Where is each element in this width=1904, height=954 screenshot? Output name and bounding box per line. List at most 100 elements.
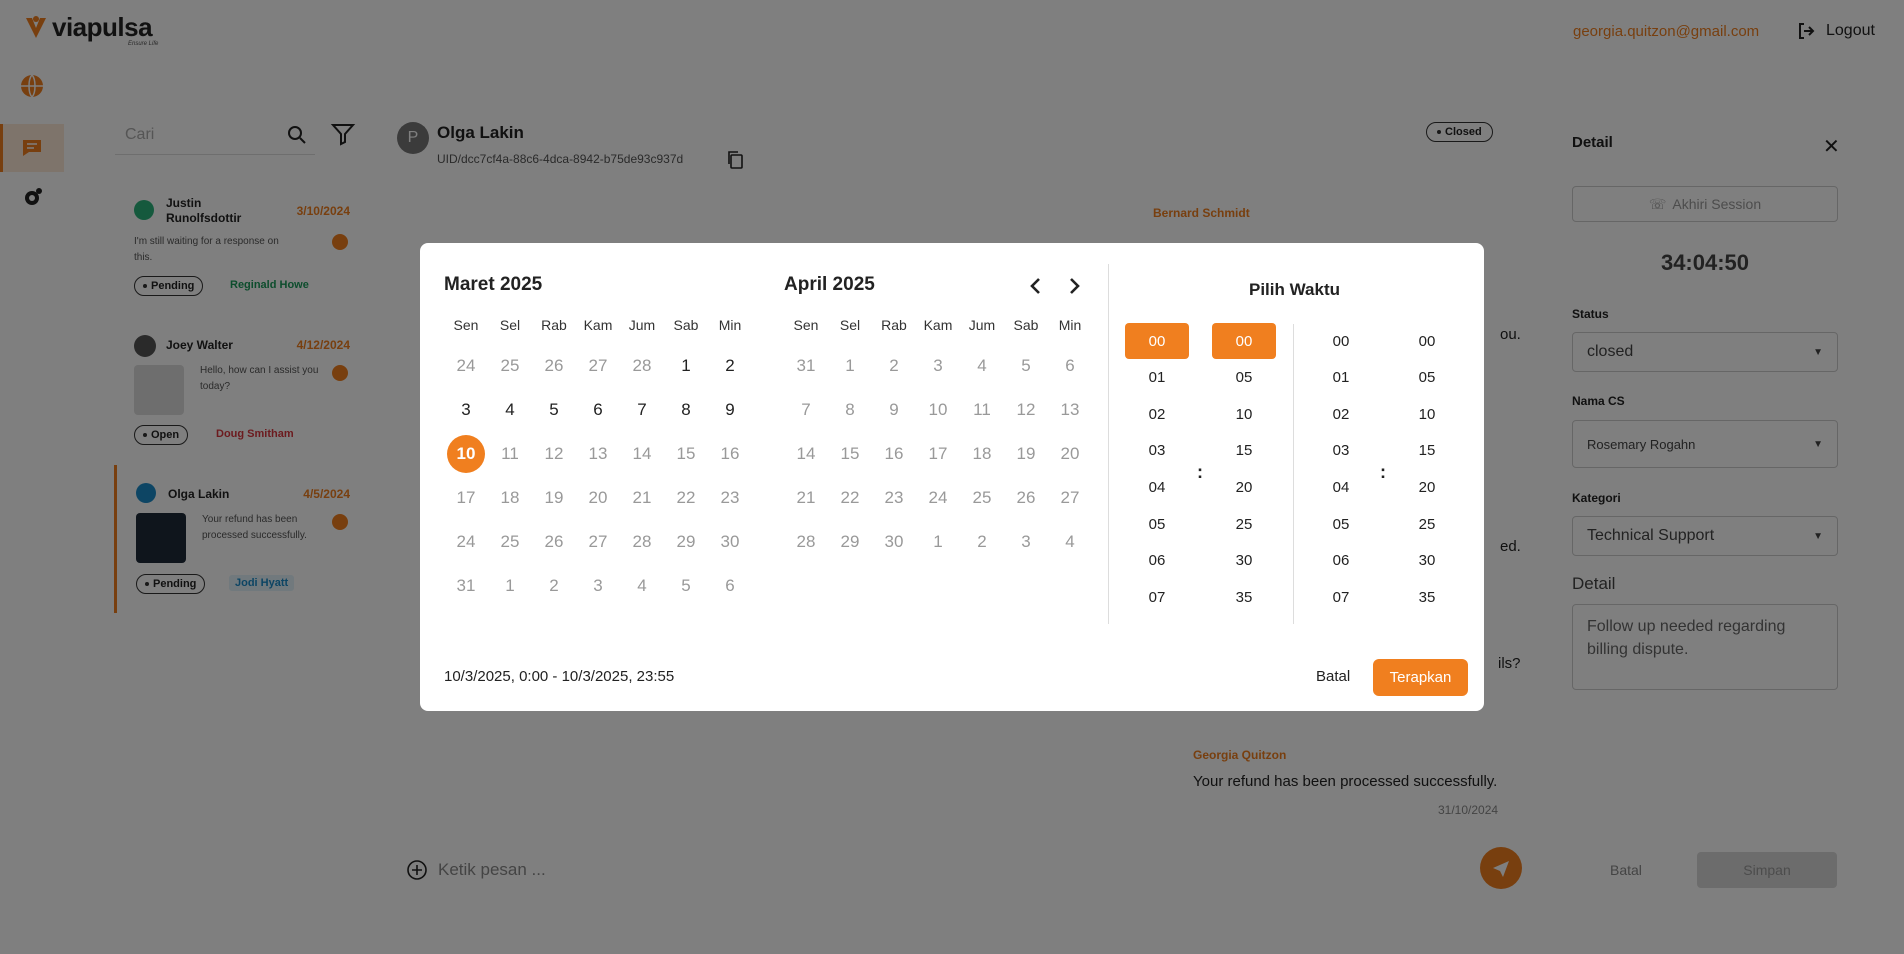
hour-option[interactable]: 04 [1309, 469, 1373, 505]
calendar-day[interactable]: 25 [963, 479, 1001, 517]
calendar-day[interactable]: 21 [787, 479, 825, 517]
calendar-day[interactable]: 16 [711, 435, 749, 473]
minute-option[interactable]: 20 [1212, 469, 1276, 505]
calendar-day[interactable]: 12 [1007, 391, 1045, 429]
next-month-button[interactable] [1062, 274, 1086, 298]
calendar-day[interactable]: 24 [447, 347, 485, 385]
calendar-day[interactable]: 1 [491, 567, 529, 605]
hour-option[interactable]: 01 [1309, 360, 1373, 396]
calendar-day[interactable]: 19 [535, 479, 573, 517]
minute-option[interactable]: 05 [1212, 360, 1276, 396]
calendar-day[interactable]: 26 [535, 347, 573, 385]
calendar-day[interactable]: 18 [963, 435, 1001, 473]
calendar-day[interactable]: 13 [1051, 391, 1089, 429]
calendar-day[interactable]: 2 [875, 347, 913, 385]
calendar-day[interactable]: 7 [787, 391, 825, 429]
apply-button[interactable]: Terapkan [1373, 659, 1468, 696]
calendar-day[interactable]: 28 [623, 347, 661, 385]
calendar-day[interactable]: 31 [447, 567, 485, 605]
hour-option[interactable]: 06 [1309, 543, 1373, 579]
calendar-day[interactable]: 25 [491, 347, 529, 385]
calendar-day[interactable]: 23 [875, 479, 913, 517]
calendar-day[interactable]: 6 [711, 567, 749, 605]
minute-option[interactable]: 35 [1395, 579, 1459, 615]
calendar-day[interactable]: 6 [579, 391, 617, 429]
calendar-day[interactable]: 3 [447, 391, 485, 429]
calendar-day[interactable]: 26 [1007, 479, 1045, 517]
hour-option[interactable]: 02 [1125, 396, 1189, 432]
calendar-day[interactable]: 4 [1051, 523, 1089, 561]
minute-option[interactable]: 10 [1395, 396, 1459, 432]
calendar-day[interactable]: 23 [711, 479, 749, 517]
calendar-day[interactable]: 5 [667, 567, 705, 605]
minute-option[interactable]: 05 [1395, 360, 1459, 396]
calendar-day[interactable]: 4 [623, 567, 661, 605]
calendar-day[interactable]: 22 [831, 479, 869, 517]
hour-option[interactable]: 02 [1309, 396, 1373, 432]
calendar-day[interactable]: 11 [963, 391, 1001, 429]
calendar-day[interactable]: 17 [447, 479, 485, 517]
calendar-day[interactable]: 4 [963, 347, 1001, 385]
calendar-day[interactable]: 8 [831, 391, 869, 429]
calendar-day[interactable]: 30 [875, 523, 913, 561]
hour-option[interactable]: 03 [1125, 433, 1189, 469]
hour-option[interactable]: 07 [1309, 579, 1373, 615]
prev-month-button[interactable] [1024, 274, 1048, 298]
calendar-day[interactable]: 29 [667, 523, 705, 561]
calendar-day[interactable]: 13 [579, 435, 617, 473]
calendar-day[interactable]: 28 [787, 523, 825, 561]
calendar-day[interactable]: 1 [831, 347, 869, 385]
minute-option[interactable]: 10 [1212, 396, 1276, 432]
hour-option[interactable]: 00 [1309, 323, 1373, 359]
calendar-day[interactable]: 2 [963, 523, 1001, 561]
calendar-day[interactable]: 3 [579, 567, 617, 605]
hour-option[interactable]: 01 [1125, 360, 1189, 396]
calendar-day[interactable]: 1 [667, 347, 705, 385]
calendar-day[interactable]: 9 [875, 391, 913, 429]
cancel-button[interactable]: Batal [1316, 668, 1350, 685]
calendar-day[interactable]: 22 [667, 479, 705, 517]
minute-option[interactable]: 30 [1212, 543, 1276, 579]
calendar-day[interactable]: 2 [711, 347, 749, 385]
calendar-day[interactable]: 10 [447, 435, 485, 473]
hour-option[interactable]: 07 [1125, 579, 1189, 615]
calendar-day[interactable]: 29 [831, 523, 869, 561]
calendar-day[interactable]: 25 [491, 523, 529, 561]
calendar-day[interactable]: 5 [1007, 347, 1045, 385]
calendar-day[interactable]: 15 [831, 435, 869, 473]
hour-option[interactable]: 04 [1125, 469, 1189, 505]
minute-option[interactable]: 20 [1395, 469, 1459, 505]
calendar-day[interactable]: 24 [447, 523, 485, 561]
calendar-day[interactable]: 31 [787, 347, 825, 385]
calendar-day[interactable]: 3 [919, 347, 957, 385]
calendar-day[interactable]: 19 [1007, 435, 1045, 473]
calendar-day[interactable]: 30 [711, 523, 749, 561]
calendar-day[interactable]: 17 [919, 435, 957, 473]
minute-option[interactable]: 15 [1212, 433, 1276, 469]
calendar-day[interactable]: 14 [787, 435, 825, 473]
calendar-day[interactable]: 20 [1051, 435, 1089, 473]
minute-option[interactable]: 00 [1212, 323, 1276, 359]
calendar-day[interactable]: 11 [491, 435, 529, 473]
calendar-day[interactable]: 14 [623, 435, 661, 473]
minute-option[interactable]: 35 [1212, 579, 1276, 615]
calendar-day[interactable]: 4 [491, 391, 529, 429]
hour-option[interactable]: 05 [1309, 506, 1373, 542]
calendar-day[interactable]: 5 [535, 391, 573, 429]
calendar-day[interactable]: 12 [535, 435, 573, 473]
calendar-day[interactable]: 7 [623, 391, 661, 429]
calendar-day[interactable]: 9 [711, 391, 749, 429]
calendar-day[interactable]: 16 [875, 435, 913, 473]
calendar-day[interactable]: 20 [579, 479, 617, 517]
minute-option[interactable]: 00 [1395, 323, 1459, 359]
calendar-day[interactable]: 21 [623, 479, 661, 517]
minute-option[interactable]: 25 [1212, 506, 1276, 542]
calendar-day[interactable]: 26 [535, 523, 573, 561]
calendar-day[interactable]: 28 [623, 523, 661, 561]
calendar-day[interactable]: 10 [919, 391, 957, 429]
hour-option[interactable]: 05 [1125, 506, 1189, 542]
calendar-day[interactable]: 27 [579, 347, 617, 385]
calendar-day[interactable]: 24 [919, 479, 957, 517]
calendar-day[interactable]: 18 [491, 479, 529, 517]
calendar-day[interactable]: 6 [1051, 347, 1089, 385]
